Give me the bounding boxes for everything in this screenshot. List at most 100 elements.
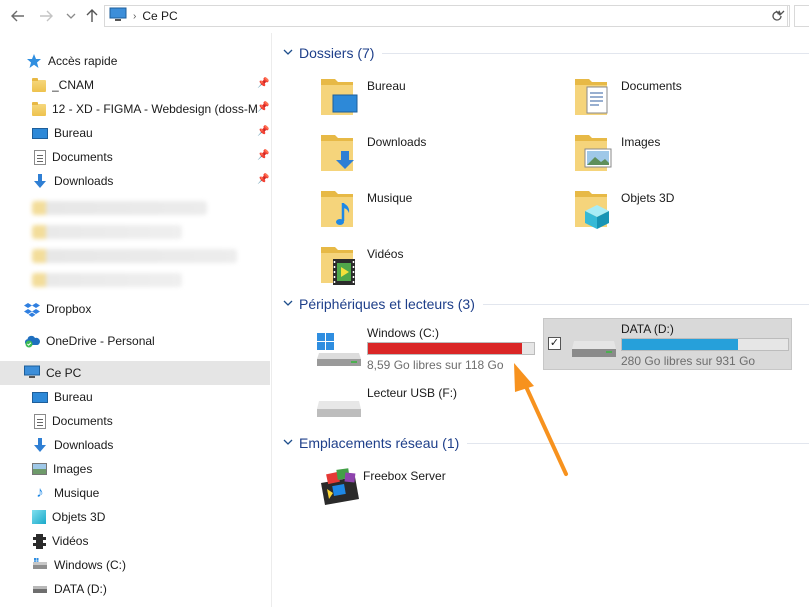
group-divider <box>467 442 809 444</box>
sidebar-item-quick-access[interactable]: Accès rapide <box>0 49 270 73</box>
sidebar-item-label: 12 - XD - FIGMA - Webdesign (doss-M <box>52 102 257 116</box>
sidebar-item-downloads[interactable]: Downloads <box>0 433 270 457</box>
network-location-name: Freebox Server <box>363 469 446 483</box>
downloads-folder-icon <box>321 135 354 171</box>
sidebar-item-label: _CNAM <box>52 78 95 92</box>
drive-tile-windows-c[interactable]: Windows (C:) 8,59 Go libres sur 118 Go <box>315 323 545 377</box>
group-header-folders[interactable]: Dossiers (7) <box>273 43 809 63</box>
sidebar-item-musique[interactable]: ♪ Musique <box>0 481 270 505</box>
folder-tile-bureau[interactable]: Bureau <box>319 73 559 123</box>
breadcrumb-this-pc[interactable]: Ce PC <box>142 9 177 23</box>
drive-tile-data-d[interactable]: ✓ DATA (D:) 280 Go libres sur 931 Go <box>543 318 792 370</box>
drive-tile-usb-f[interactable]: Lecteur USB (F:) <box>315 383 545 437</box>
sidebar-item-label: Dropbox <box>46 302 92 316</box>
folder-name: Downloads <box>367 135 427 149</box>
desktop-folder-icon <box>321 79 358 115</box>
checkbox[interactable]: ✓ <box>548 337 561 350</box>
sidebar-item-data-d[interactable]: DATA (D:) <box>0 577 270 601</box>
folder-tile-images[interactable]: Images <box>573 129 809 179</box>
sidebar-item-windows-c[interactable]: Windows (C:) <box>0 553 270 577</box>
sidebar-item-objets-3d[interactable]: Objets 3D <box>0 505 270 529</box>
folder-icon <box>32 78 46 92</box>
sidebar-item-bureau-pinned[interactable]: Bureau 📌 <box>0 121 270 145</box>
sidebar-item-label: DATA (D:) <box>54 582 107 596</box>
windows-drive-icon <box>317 333 361 366</box>
refresh-button[interactable] <box>766 5 788 27</box>
dropbox-icon <box>24 301 40 317</box>
pin-icon[interactable]: 📌 <box>257 175 269 185</box>
cloud-icon <box>24 333 40 349</box>
folder-name: Musique <box>367 191 413 205</box>
sidebar-item-dropbox[interactable]: Dropbox <box>0 297 270 321</box>
pin-icon[interactable]: 📌 <box>257 127 269 137</box>
folder-name: Objets 3D <box>621 191 675 205</box>
documents-icon <box>34 149 46 165</box>
chevron-down-icon[interactable] <box>283 47 297 59</box>
arrow-right-icon <box>40 10 53 22</box>
sidebar-item-xd-figma[interactable]: 12 - XD - FIGMA - Webdesign (doss-M 📌 <box>0 97 270 121</box>
folder-tile-objets-3d[interactable]: Objets 3D <box>573 185 809 235</box>
chevron-down-icon <box>66 13 76 19</box>
redacted-item <box>32 249 237 263</box>
pictures-icon <box>32 463 47 475</box>
drive-usage-bar <box>621 338 789 351</box>
group-header-network[interactable]: Emplacements réseau (1) <box>273 433 809 453</box>
sidebar-item-downloads-pinned[interactable]: Downloads 📌 <box>0 169 270 193</box>
usb-drive-icon <box>317 401 361 417</box>
download-icon <box>32 437 48 453</box>
drive-free-space: 280 Go libres sur 931 Go <box>621 354 756 368</box>
up-button[interactable] <box>84 8 100 24</box>
sidebar-item-label: Bureau <box>54 390 93 404</box>
sidebar-item-label: Documents <box>52 150 113 164</box>
folder-tile-documents[interactable]: Documents <box>573 73 809 123</box>
folder-icon <box>32 102 46 116</box>
chevron-down-icon[interactable] <box>283 437 297 449</box>
arrow-left-icon <box>11 10 24 22</box>
sidebar-item-label: Downloads <box>54 174 114 188</box>
back-button[interactable] <box>10 8 26 24</box>
media-server-icon <box>321 468 359 505</box>
sidebar-item-images[interactable]: Images <box>0 457 270 481</box>
videos-folder-icon <box>321 247 355 285</box>
sidebar-item-documents[interactable]: Documents <box>0 409 270 433</box>
videos-icon <box>33 533 46 549</box>
drive-icon <box>32 557 48 573</box>
objects-3d-folder-icon <box>575 191 609 229</box>
chevron-down-icon[interactable] <box>283 298 297 310</box>
navigation-pane: Accès rapide _CNAM 📌 12 - XD - FIGMA - W… <box>0 33 272 607</box>
group-header-devices[interactable]: Périphériques et lecteurs (3) <box>273 294 809 314</box>
network-tile-freebox[interactable]: Freebox Server <box>315 463 545 513</box>
sidebar-item-videos[interactable]: Vidéos <box>0 529 270 553</box>
sidebar-item-this-pc[interactable]: Ce PC <box>0 361 270 385</box>
sidebar-item-cnam[interactable]: _CNAM 📌 <box>0 73 270 97</box>
forward-button[interactable] <box>38 8 54 24</box>
folder-name: Vidéos <box>367 247 404 261</box>
drive-usage-bar <box>367 342 535 355</box>
content-pane: Dossiers (7) Bureau Documents Downloads … <box>273 33 809 607</box>
group-divider <box>382 52 809 54</box>
address-bar[interactable]: › Ce PC <box>104 5 790 27</box>
arrow-up-icon <box>86 9 98 22</box>
redacted-item <box>32 273 182 287</box>
sidebar-item-label: Ce PC <box>46 366 82 380</box>
folder-tile-downloads[interactable]: Downloads <box>319 129 559 179</box>
music-icon: ♪ <box>36 484 44 501</box>
sidebar-item-documents-pinned[interactable]: Documents 📌 <box>0 145 270 169</box>
computer-icon <box>109 7 127 25</box>
sidebar-item-onedrive[interactable]: OneDrive - Personal <box>0 329 270 353</box>
documents-icon <box>34 413 46 429</box>
pin-icon[interactable]: 📌 <box>257 103 269 113</box>
sidebar-item-label: Objets 3D <box>52 510 106 524</box>
search-box[interactable] <box>794 5 809 27</box>
drive-free-space: 8,59 Go libres sur 118 Go <box>367 358 504 372</box>
group-title: Emplacements réseau (1) <box>299 435 460 451</box>
recent-locations-button[interactable] <box>63 8 79 24</box>
sidebar-item-label: Downloads <box>54 438 114 452</box>
folder-tile-musique[interactable]: Musique <box>319 185 559 235</box>
sidebar-item-label: Accès rapide <box>48 54 118 68</box>
folder-tile-videos[interactable]: Vidéos <box>319 241 559 291</box>
star-icon <box>26 53 42 69</box>
sidebar-item-bureau[interactable]: Bureau <box>0 385 270 409</box>
pin-icon[interactable]: 📌 <box>257 151 269 161</box>
pin-icon[interactable]: 📌 <box>257 79 269 89</box>
